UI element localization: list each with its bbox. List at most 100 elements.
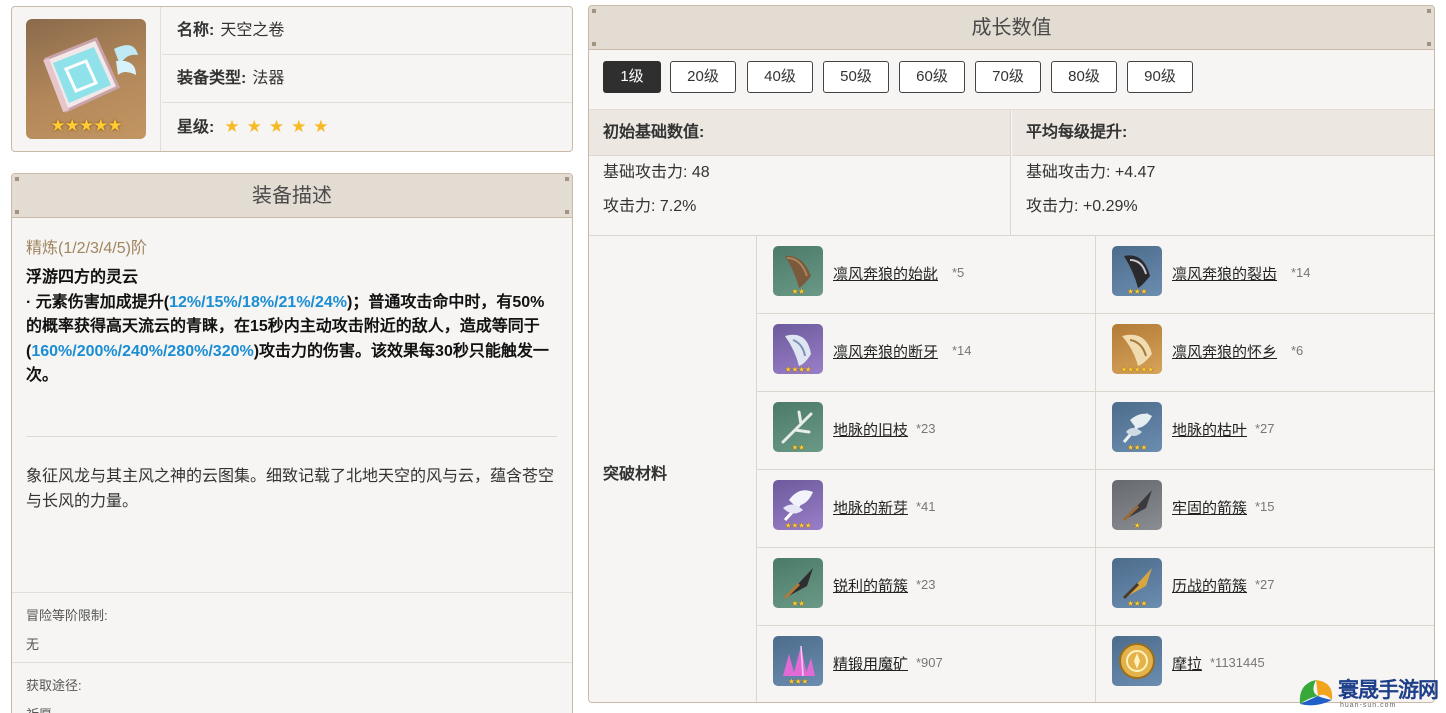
watermark-logo-icon [1299, 680, 1333, 706]
item-thumbnail-cell: ★★★★★ [12, 7, 161, 151]
item-rarity-row: 星级: ★★★★★ [162, 103, 572, 151]
material-count: *14 [1291, 265, 1311, 280]
description-header: 装备描述 [12, 174, 572, 218]
item-name-label: 名称: [177, 22, 215, 39]
material-item[interactable]: ★★★ 精锻用魔矿 *907 [757, 625, 1096, 702]
material-name-link[interactable]: 地脉的旧枝 [833, 419, 908, 440]
passive-skill-title: 浮游四方的灵云 [26, 269, 139, 286]
stats-table: 初始基础数值: 基础攻击力: 48 攻击力: 7.2% 平均每级提升: 基础攻击… [589, 109, 1434, 237]
material-rarity: ★★★ [1126, 287, 1148, 296]
level-button-1[interactable]: 1级 [603, 61, 661, 93]
material-item[interactable]: ★★★ 地脉的枯叶 *27 [1096, 391, 1434, 469]
growth-header: 成长数值 [589, 6, 1434, 50]
material-item[interactable]: ★★★ 凛风奔狼的裂齿 *14 [1096, 235, 1434, 313]
passive-skill-text: 浮游四方的灵云 · 元素伤害加成提升(12%/15%/18%/21%/24%)；… [26, 266, 556, 389]
material-name-link[interactable]: 摩拉 [1172, 653, 1202, 674]
site-watermark: 寰晟手游网 huan-sun.com [1296, 672, 1446, 713]
material-count: *15 [1255, 499, 1275, 514]
source-value: 祈愿 [26, 704, 572, 713]
level-button-60[interactable]: 60级 [899, 61, 965, 93]
tooth-icon: ★★★★ [773, 324, 823, 374]
material-rarity: ★★★★ [784, 365, 812, 374]
rank-limit-value: 无 [26, 637, 40, 652]
material-item[interactable]: ★★ 锐利的箭簇 *23 [757, 547, 1096, 625]
corner-ornament [592, 9, 596, 13]
material-name-link[interactable]: 地脉的枯叶 [1172, 419, 1247, 440]
base-stats-column: 初始基础数值: 基础攻击力: 48 攻击力: 7.2% [589, 110, 1011, 237]
material-count: *23 [916, 421, 936, 436]
material-rarity: ★★ [791, 599, 805, 608]
material-count: *27 [1255, 577, 1275, 592]
tooth-icon: ★★★★★ [1112, 324, 1162, 374]
material-count: *907 [916, 655, 943, 670]
avg-substat-value: 攻击力: +0.29% [1026, 198, 1138, 215]
base-stats-heading: 初始基础数值: [589, 110, 1010, 156]
material-name-link[interactable]: 凛风奔狼的始龀 [833, 263, 938, 284]
corner-ornament [15, 177, 19, 181]
level-selector: 1级 20级 40级 50级 60级 70级 80级 90级 [589, 51, 1434, 109]
material-name-link[interactable]: 地脉的新芽 [833, 497, 908, 518]
source-block: 获取途径: 祈愿 [12, 662, 572, 713]
material-name-link[interactable]: 历战的箭簇 [1172, 575, 1247, 596]
corner-ornament [565, 210, 569, 214]
sprout-icon: ★★★★ [773, 480, 823, 530]
skill-value-highlight: 160%/200%/240%/280%/320% [31, 342, 254, 360]
level-button-40[interactable]: 40级 [747, 61, 813, 93]
avg-growth-column: 平均每级提升: 基础攻击力: +4.47 攻击力: +0.29% [1012, 110, 1434, 237]
item-type-label: 装备类型: [177, 70, 247, 87]
refinement-label: 精炼(1/2/3/4/5)阶 [26, 240, 147, 257]
material-name-link[interactable]: 凛风奔狼的怀乡 [1172, 341, 1277, 362]
star-rating-icon: ★★★★★ [224, 117, 336, 137]
material-name-link[interactable]: 凛风奔狼的断牙 [833, 341, 938, 362]
material-count: *27 [1255, 421, 1275, 436]
level-button-20[interactable]: 20级 [670, 61, 736, 93]
skill-value-highlight: 12%/15%/18%/21%/24% [169, 293, 348, 311]
passive-skill-body: · 元素伤害加成提升(12%/15%/18%/21%/24%)；普通攻击命中时，… [26, 291, 556, 389]
material-item[interactable]: ★★★★ 地脉的新芽 *41 [757, 469, 1096, 547]
material-item[interactable]: ★★ 地脉的旧枝 *23 [757, 391, 1096, 469]
corner-ornament [565, 177, 569, 181]
materials-label: 突破材料 [603, 466, 668, 483]
level-button-70[interactable]: 70级 [975, 61, 1041, 93]
level-button-50[interactable]: 50级 [823, 61, 889, 93]
lore-text: 象征风龙与其主风之神的云图集。细致记载了北地天空的风与云，蕴含苍空与长风的力量。 [26, 468, 555, 510]
material-name-link[interactable]: 锐利的箭簇 [833, 575, 908, 596]
item-rarity-label: 星级: [177, 119, 215, 136]
rank-limit-label: 冒险等阶限制: [26, 608, 108, 623]
corner-ornament [1427, 9, 1431, 13]
material-item[interactable]: ★★ 凛风奔狼的始龀 *5 [757, 235, 1096, 313]
item-name-row: 名称: 天空之卷 [162, 7, 572, 55]
material-count: *14 [952, 343, 972, 358]
material-rarity: ★★★ [787, 677, 809, 686]
item-rarity-overlay: ★★★★★ [50, 116, 122, 136]
material-item[interactable]: ★ 牢固的箭簇 *15 [1096, 469, 1434, 547]
avg-attack-value: 基础攻击力: +4.47 [1026, 164, 1156, 181]
arrowhead-icon: ★★ [773, 558, 823, 608]
material-name-link[interactable]: 精锻用魔矿 [833, 653, 908, 674]
material-count: *23 [916, 577, 936, 592]
material-name-link[interactable]: 凛风奔狼的裂齿 [1172, 263, 1277, 284]
section-divider [26, 436, 557, 437]
material-count: *6 [1291, 343, 1304, 358]
description-title: 装备描述 [252, 185, 332, 207]
source-label: 获取途径: [26, 678, 82, 693]
material-count: *5 [952, 265, 965, 280]
corner-ornament [592, 42, 596, 46]
material-rarity: ★★★ [1126, 443, 1148, 452]
rank-limit-block: 冒险等阶限制: 无 [12, 592, 572, 662]
level-button-80[interactable]: 80级 [1051, 61, 1117, 93]
corner-ornament [1427, 42, 1431, 46]
branch-icon: ★★ [773, 402, 823, 452]
material-rarity: ★★★ [1126, 599, 1148, 608]
item-type: 法器 [252, 70, 285, 87]
material-name-link[interactable]: 牢固的箭簇 [1172, 497, 1247, 518]
material-rarity: ★★★★ [784, 521, 812, 530]
material-rarity: ★★ [791, 443, 805, 452]
material-item[interactable]: ★★★ 历战的箭簇 *27 [1096, 547, 1434, 625]
mora-coin-icon [1112, 636, 1162, 686]
crystal-ore-icon: ★★★ [773, 636, 823, 686]
material-item[interactable]: ★★★★ 凛风奔狼的断牙 *14 [757, 313, 1096, 391]
material-item[interactable]: ★★★★★ 凛风奔狼的怀乡 *6 [1096, 313, 1434, 391]
level-button-90[interactable]: 90级 [1127, 61, 1193, 93]
material-count: *41 [916, 499, 936, 514]
